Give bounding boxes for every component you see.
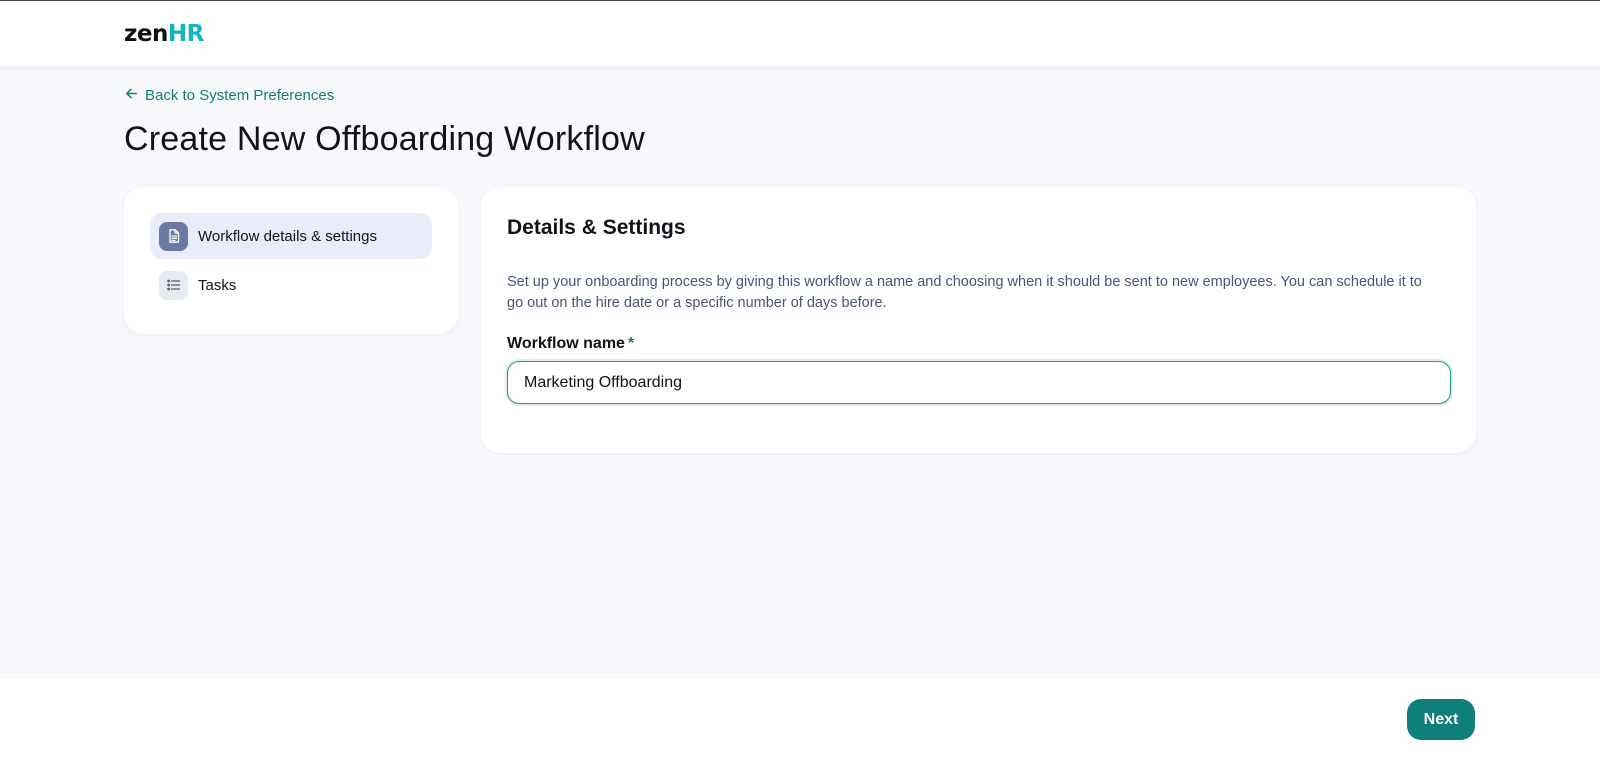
logo-zen-text: zen (124, 21, 168, 47)
logo-hr-text: HR (167, 21, 204, 47)
required-marker: * (627, 335, 635, 352)
back-link-label: Back to System Preferences (145, 87, 335, 104)
details-settings-card: Details & Settings Set up your onboardin… (481, 187, 1476, 453)
step-tasks[interactable]: Tasks (150, 262, 432, 308)
step-label: Workflow details & settings (198, 227, 377, 245)
back-to-system-preferences-link[interactable]: Back to System Preferences (124, 86, 334, 105)
workflow-name-label: Workflow name * (507, 335, 634, 353)
workflow-name-input[interactable] (507, 361, 1451, 404)
footer-bar: Next (0, 678, 1600, 760)
page-title: Create New Offboarding Workflow (124, 120, 645, 158)
next-button[interactable]: Next (1407, 699, 1475, 740)
top-bar: zenHR (0, 0, 1600, 66)
section-title: Details & Settings (507, 216, 686, 239)
step-label: Tasks (198, 276, 237, 294)
document-icon (159, 221, 188, 251)
list-icon (159, 270, 188, 300)
zenhr-logo[interactable]: zenHR (124, 21, 204, 47)
steps-sidebar: Workflow details & settings Tasks (124, 187, 458, 334)
section-description: Set up your onboarding process by giving… (507, 274, 1422, 311)
arrow-left-icon (124, 86, 139, 105)
workflow-name-label-text: Workflow name (507, 335, 625, 352)
step-workflow-details[interactable]: Workflow details & settings (150, 213, 432, 259)
